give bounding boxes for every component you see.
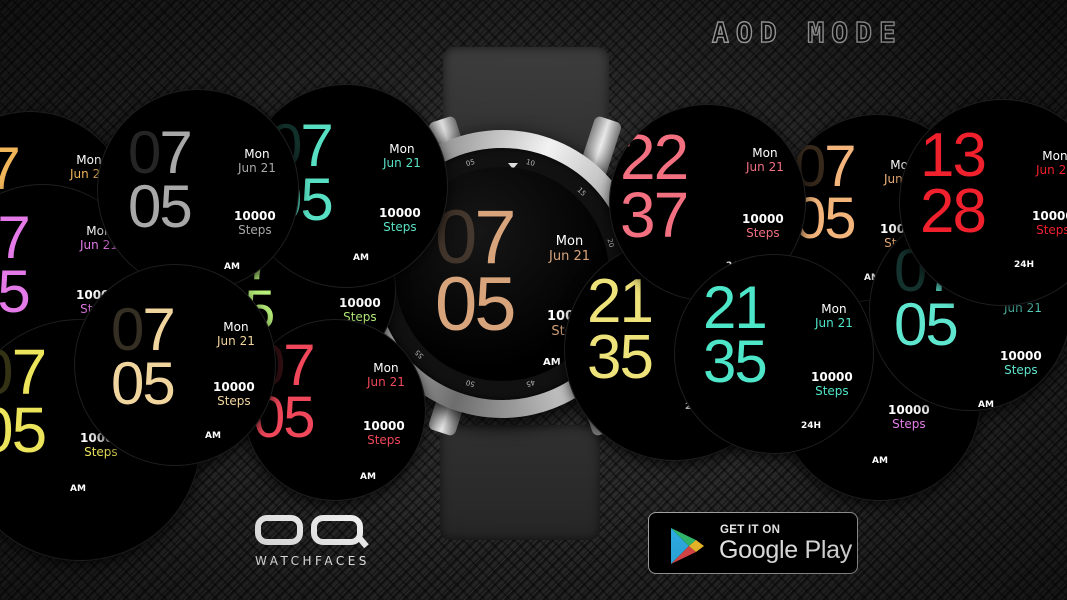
face-minute: 05 — [894, 291, 959, 358]
face-period: AM — [872, 456, 888, 466]
face-minute: 05 — [0, 258, 31, 325]
face-hour: 07 — [128, 123, 193, 183]
face-steps-label: Steps — [746, 225, 780, 240]
face-steps-count: 10000 — [811, 370, 853, 384]
watch-face-preview-grey: 07 05 Mon Jun 21 10000 Steps AM — [98, 90, 298, 290]
face-hour: 21 — [587, 271, 654, 333]
face-steps-label: Steps — [217, 393, 251, 408]
face-steps-count: 10000 — [339, 296, 381, 310]
face-period: 24H — [801, 421, 822, 431]
face-day: Mon — [821, 302, 847, 316]
face-steps-label: Steps — [84, 444, 118, 459]
face-steps-label: Steps — [892, 416, 926, 431]
face-hour-dim-digit: 0 — [111, 296, 144, 363]
face-period: AM — [978, 400, 994, 410]
watch-face-preview-teal-center: 21 35 Mon Jun 21 10000 Steps 24H — [675, 255, 873, 453]
face-minute: 05 — [128, 173, 193, 240]
face-date: Jun 21 — [746, 159, 784, 174]
face-period: 24H — [1014, 260, 1035, 270]
face-date: Jun 21 — [367, 374, 405, 389]
watch-face-preview-cream: 07 05 Mon Jun 21 10000 Steps AM — [75, 265, 275, 465]
face-date: Jun 21 — [383, 155, 421, 170]
face-minute: 28 — [920, 176, 987, 246]
face-steps-count: 10000 — [1032, 209, 1067, 223]
face-day: Mon — [244, 147, 270, 161]
face-steps-count: 10000 — [213, 380, 255, 394]
face-period: AM — [360, 472, 376, 482]
face-period: AM — [70, 484, 86, 494]
face-steps-label: Steps — [1036, 222, 1067, 237]
face-day: Mon — [752, 146, 778, 160]
face-steps-label: Steps — [815, 383, 849, 398]
face-steps-count: 10000 — [234, 209, 276, 223]
face-steps-label: Steps — [238, 222, 272, 237]
face-day: Mon — [373, 361, 399, 375]
face-period: AM — [205, 431, 221, 441]
face-hour: 07 — [111, 300, 176, 360]
face-hour-dim-digit: 0 — [0, 336, 14, 408]
face-steps-count: 10000 — [379, 206, 421, 220]
face-day: Mon — [389, 142, 415, 156]
face-day: Mon — [1042, 149, 1067, 163]
face-period: AM — [353, 253, 369, 263]
face-minute: 05 — [0, 393, 47, 466]
face-hour: 07 — [0, 208, 31, 268]
face-steps-count: 10000 — [1000, 349, 1042, 363]
face-hour-dim-digit: 0 — [128, 119, 161, 186]
face-minute: 35 — [703, 328, 768, 395]
face-hour: 07 — [0, 340, 47, 404]
face-hour: 21 — [703, 278, 768, 338]
face-minute: 37 — [620, 178, 689, 251]
face-steps-count: 10000 — [888, 403, 930, 417]
face-minute: 35 — [587, 322, 654, 392]
face-date: Jun 21 — [238, 160, 276, 175]
face-steps-label: Steps — [383, 219, 417, 234]
face-steps-label: Steps — [1004, 362, 1038, 377]
face-date: Jun 21 — [815, 315, 853, 330]
face-date: Jun 21 — [217, 333, 255, 348]
face-steps-count: 10000 — [363, 419, 405, 433]
face-day: Mon — [223, 320, 249, 334]
face-period: AM — [224, 262, 240, 272]
face-steps-count: 10000 — [742, 212, 784, 226]
face-hour: 22 — [620, 125, 689, 189]
face-date: Jun 21 — [1036, 162, 1067, 177]
face-hour: 13 — [920, 125, 987, 187]
face-steps-label: Steps — [367, 432, 401, 447]
face-minute: 05 — [111, 350, 176, 417]
